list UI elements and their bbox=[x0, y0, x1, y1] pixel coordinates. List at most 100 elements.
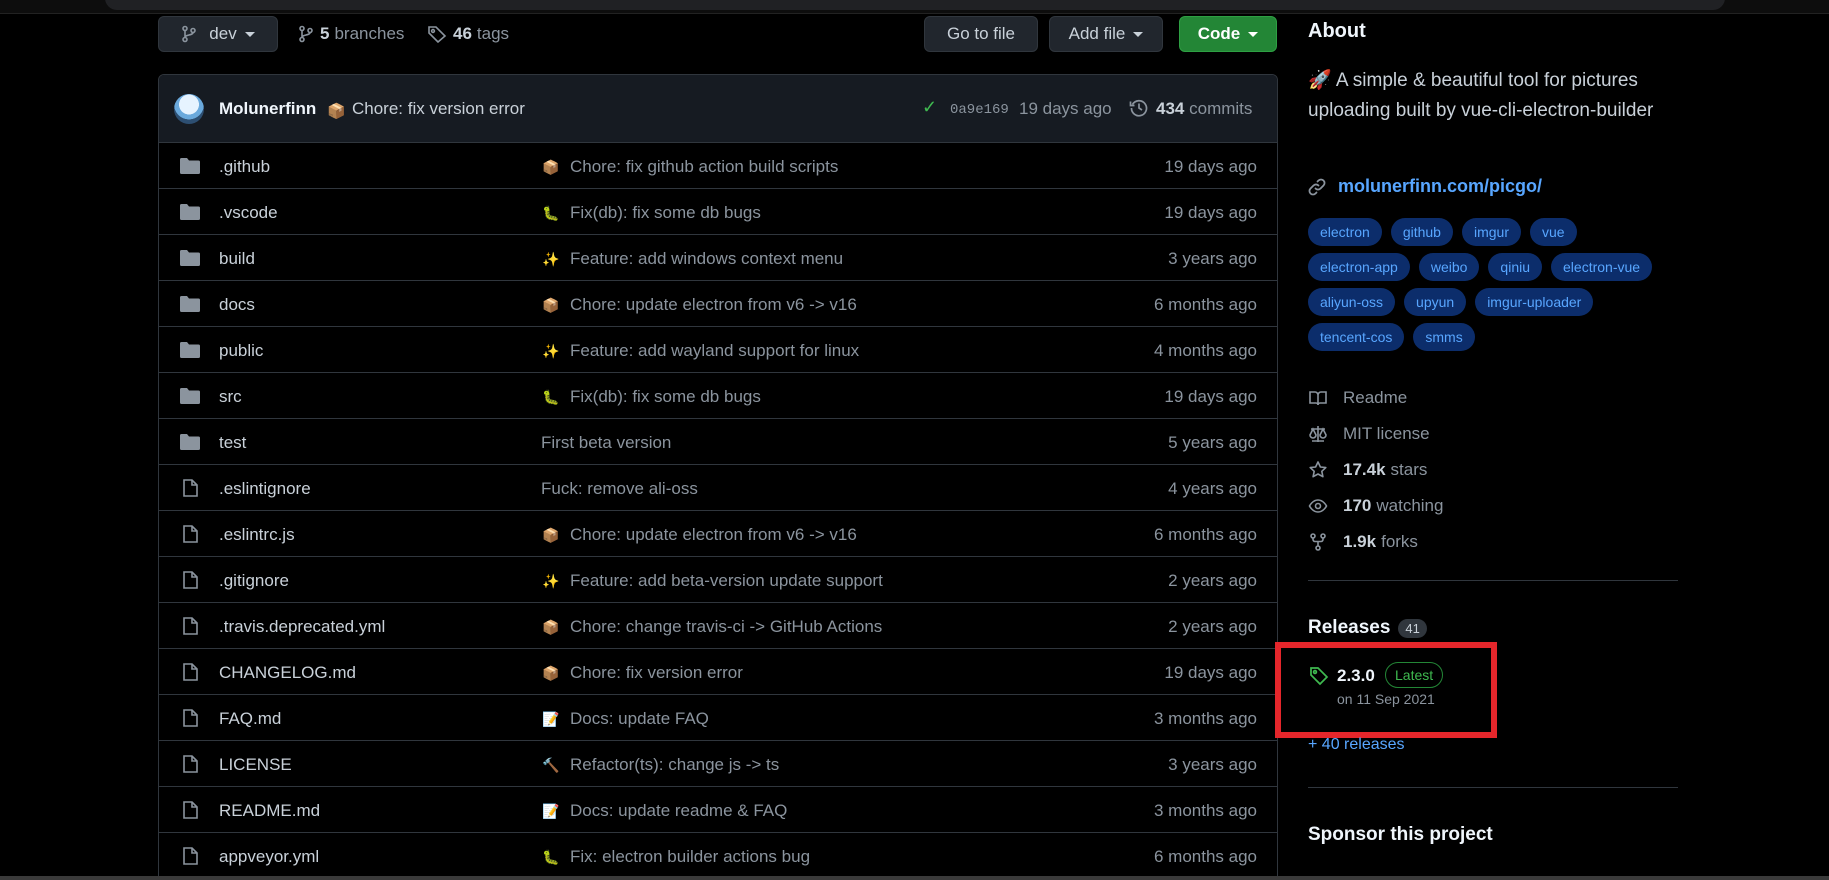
topic-tag[interactable]: smms bbox=[1413, 323, 1475, 351]
stars-link[interactable]: 17.4k stars bbox=[1308, 452, 1443, 488]
commit-message-link[interactable]: Chore: update electron from v6 -> v16 bbox=[570, 525, 857, 545]
commit-message[interactable]: Chore: fix version error bbox=[352, 99, 525, 119]
address-bar[interactable] bbox=[105, 0, 1725, 10]
file-row[interactable]: .eslintignore Fuck: remove ali-oss 4 years… bbox=[159, 465, 1277, 511]
file-name-link[interactable]: .gitignore bbox=[219, 571, 289, 591]
file-row[interactable]: LICENSE 🔨 Refactor(ts): change js -> ts 3 y… bbox=[159, 741, 1277, 787]
commit-message-link[interactable]: Feature: add windows context menu bbox=[570, 249, 843, 269]
repo-meta-list: Readme MIT license 17.4k stars 170 watchin… bbox=[1308, 380, 1443, 560]
topic-tag[interactable]: upyun bbox=[1404, 288, 1467, 316]
file-row[interactable]: CHANGELOG.md 📦 Chore: fix version error 19 … bbox=[159, 649, 1277, 695]
commit-message-link[interactable]: Refactor(ts): change js -> ts bbox=[570, 755, 779, 775]
file-name-link[interactable]: README.md bbox=[219, 801, 320, 821]
homepage-link[interactable]: molunerfinn.com/picgo/ bbox=[1308, 176, 1542, 197]
commit-message-link[interactable]: First beta version bbox=[541, 433, 671, 453]
folder-icon bbox=[179, 157, 201, 175]
readme-link[interactable]: Readme bbox=[1308, 380, 1443, 416]
forks-link[interactable]: 1.9k forks bbox=[1308, 524, 1443, 560]
code-button[interactable]: Code bbox=[1179, 16, 1277, 52]
file-row[interactable]: appveyor.yml 🐛 Fix: electron builder actio… bbox=[159, 833, 1277, 879]
topic-tag[interactable]: vue bbox=[1529, 218, 1577, 246]
repo-description: 🚀 A simple & beautiful tool for pictures… bbox=[1308, 70, 1654, 121]
tags-link[interactable]: 46 tags bbox=[427, 24, 509, 44]
file-row[interactable]: .eslintrc.js 📦 Chore: update electron from… bbox=[159, 511, 1277, 557]
file-row[interactable]: FAQ.md 📝 Docs: update FAQ 3 months ago bbox=[159, 695, 1277, 741]
branch-select-button[interactable]: dev bbox=[158, 16, 278, 52]
file-name-link[interactable]: .vscode bbox=[219, 203, 278, 223]
license-link[interactable]: MIT license bbox=[1308, 416, 1443, 452]
topic-tag[interactable]: github bbox=[1390, 218, 1453, 246]
commit-emoji: 🐛 bbox=[542, 205, 560, 221]
more-releases-link[interactable]: + 40 releases bbox=[1308, 736, 1405, 754]
releases-heading[interactable]: Releases 41 bbox=[1308, 617, 1427, 639]
browser-top-strip bbox=[0, 0, 1829, 14]
topic-tag[interactable]: imgur-uploader bbox=[1475, 288, 1594, 316]
commit-emoji: 📝 bbox=[542, 803, 560, 819]
file-row[interactable]: README.md 📝 Docs: update readme & FAQ 3 mon… bbox=[159, 787, 1277, 833]
commit-message-link[interactable]: Chore: fix github action build scripts bbox=[570, 157, 838, 177]
file-row[interactable]: src 🐛 Fix(db): fix some db bugs 19 days ago bbox=[159, 373, 1277, 419]
topic-tag[interactable]: electron bbox=[1308, 218, 1382, 246]
file-row[interactable]: .vscode 🐛 Fix(db): fix some db bugs 19 days… bbox=[159, 189, 1277, 235]
branches-link[interactable]: 5 branches bbox=[298, 24, 404, 44]
latest-release-version[interactable]: 2.3.0 bbox=[1337, 666, 1375, 686]
file-row[interactable]: .travis.deprecated.yml 📦 Chore: change tra… bbox=[159, 603, 1277, 649]
file-name-link[interactable]: FAQ.md bbox=[219, 709, 281, 729]
topic-tag[interactable]: weibo bbox=[1418, 253, 1480, 281]
commit-age: 6 months ago bbox=[1153, 295, 1257, 314]
commit-age: 19 days ago bbox=[1164, 663, 1257, 682]
commit-message-link[interactable]: Feature: add beta-version update support bbox=[570, 571, 883, 591]
avatar[interactable] bbox=[174, 94, 204, 124]
file-icon bbox=[179, 709, 201, 727]
topic-tag[interactable]: qiniu bbox=[1488, 253, 1543, 281]
file-name-link[interactable]: CHANGELOG.md bbox=[219, 663, 356, 683]
topic-tag[interactable]: electron-app bbox=[1308, 253, 1410, 281]
topic-tag[interactable]: tencent-cos bbox=[1308, 323, 1405, 351]
file-name-link[interactable]: docs bbox=[219, 295, 255, 315]
commit-message-link[interactable]: Chore: fix version error bbox=[570, 663, 743, 683]
commit-message-link[interactable]: Fix: electron builder actions bug bbox=[570, 847, 810, 867]
add-file-button[interactable]: Add file bbox=[1049, 16, 1163, 52]
file-row[interactable]: test First beta version 5 years ago bbox=[159, 419, 1277, 465]
commit-message-link[interactable]: Chore: update electron from v6 -> v16 bbox=[570, 295, 857, 315]
commit-author[interactable]: Molunerfinn bbox=[219, 99, 316, 119]
file-name-link[interactable]: .travis.deprecated.yml bbox=[219, 617, 385, 637]
file-row[interactable]: docs 📦 Chore: update electron from v6 -> v… bbox=[159, 281, 1277, 327]
branches-count: 5 bbox=[320, 24, 330, 43]
file-row[interactable]: build ✨ Feature: add windows context menu 3… bbox=[159, 235, 1277, 281]
file-name-link[interactable]: src bbox=[219, 387, 242, 407]
tags-count: 46 bbox=[453, 24, 472, 43]
commit-age: 6 months ago bbox=[1153, 847, 1257, 866]
file-row[interactable]: .gitignore ✨ Feature: add beta-version upd… bbox=[159, 557, 1277, 603]
file-name-link[interactable]: build bbox=[219, 249, 255, 269]
commit-message-link[interactable]: Docs: update readme & FAQ bbox=[570, 801, 787, 821]
commit-message-link[interactable]: Fuck: remove ali-oss bbox=[541, 479, 698, 499]
topic-list: electron github imgur vue electron-app weibo q… bbox=[1308, 218, 1680, 351]
commit-message-link[interactable]: Chore: change travis-ci -> GitHub Action… bbox=[570, 617, 882, 637]
topic-tag[interactable]: imgur bbox=[1461, 218, 1521, 246]
commit-message-link[interactable]: Docs: update FAQ bbox=[570, 709, 709, 729]
file-name-link[interactable]: .eslintrc.js bbox=[219, 525, 295, 545]
file-row[interactable]: .github 📦 Chore: fix github action build s… bbox=[159, 143, 1277, 189]
file-name-link[interactable]: LICENSE bbox=[219, 755, 292, 775]
file-name-link[interactable]: .github bbox=[219, 157, 270, 177]
commit-message-link[interactable]: Fix(db): fix some db bugs bbox=[570, 203, 761, 223]
go-to-file-button[interactable]: Go to file bbox=[924, 16, 1038, 52]
file-name-link[interactable]: test bbox=[219, 433, 246, 453]
commit-age: 19 days ago bbox=[1164, 387, 1257, 406]
file-name-link[interactable]: public bbox=[219, 341, 263, 361]
commit-sha[interactable]: 0a9e169 bbox=[950, 102, 1009, 118]
commits-link[interactable]: 434 commits bbox=[1156, 99, 1252, 119]
topic-tag[interactable]: electron-vue bbox=[1551, 253, 1653, 281]
topic-tag[interactable]: aliyun-oss bbox=[1308, 288, 1396, 316]
file-name-link[interactable]: appveyor.yml bbox=[219, 847, 319, 867]
file-name-link[interactable]: .eslintignore bbox=[219, 479, 311, 499]
commit-message-link[interactable]: Feature: add wayland support for linux bbox=[570, 341, 859, 361]
watching-link[interactable]: 170 watching bbox=[1308, 488, 1443, 524]
commit-emoji: 📦 bbox=[327, 103, 346, 120]
check-icon[interactable]: ✓ bbox=[922, 97, 937, 118]
commit-message-link[interactable]: Fix(db): fix some db bugs bbox=[570, 387, 761, 407]
file-list: .github 📦 Chore: fix github action build s… bbox=[159, 143, 1277, 879]
file-row[interactable]: public ✨ Feature: add wayland support for … bbox=[159, 327, 1277, 373]
bottom-scrollbar[interactable] bbox=[0, 876, 1829, 880]
